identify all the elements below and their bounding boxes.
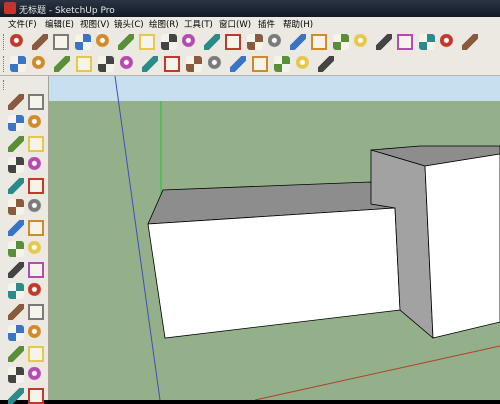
toolbar-grip[interactable]	[3, 80, 7, 90]
push-pull-icon[interactable]	[28, 178, 44, 194]
walk-icon[interactable]	[230, 56, 246, 72]
tape-measure-icon[interactable]	[139, 34, 155, 50]
box-right-front-face	[424, 153, 500, 339]
left-toolbar	[0, 76, 49, 404]
text-icon[interactable]	[120, 56, 136, 72]
arc-icon[interactable]	[96, 34, 112, 50]
toolbar-secondary	[0, 53, 500, 76]
look-around-icon[interactable]	[28, 367, 44, 383]
menu-file[interactable]: 文件(F)	[8, 18, 37, 30]
select-icon[interactable]	[8, 94, 24, 110]
line-icon[interactable]	[28, 136, 44, 152]
extension-icon[interactable]	[318, 56, 334, 72]
protractor-icon[interactable]	[8, 262, 24, 278]
left-view-icon[interactable]	[461, 34, 478, 50]
warehouse-icon[interactable]	[274, 56, 290, 72]
tape-measure-icon[interactable]	[8, 241, 24, 257]
previous-view-icon[interactable]	[28, 346, 44, 362]
circle-icon[interactable]	[74, 34, 91, 50]
polygon-icon[interactable]	[32, 56, 48, 72]
front-view-icon[interactable]	[397, 34, 413, 50]
pan-icon[interactable]	[28, 304, 44, 320]
right-view-icon[interactable]	[418, 34, 435, 50]
rectangle-icon[interactable]	[8, 136, 24, 152]
axes-icon[interactable]	[186, 56, 202, 72]
3d-text-icon[interactable]	[208, 56, 224, 72]
top-view-icon[interactable]	[375, 34, 392, 50]
scale-icon[interactable]	[8, 220, 24, 236]
move-icon[interactable]	[8, 178, 24, 194]
menu-window[interactable]: 窗口(W)	[219, 18, 251, 30]
menu-camera[interactable]: 镜头(C)	[114, 18, 144, 30]
sketchup-app-icon	[4, 2, 16, 14]
menu-view[interactable]: 视图(V)	[80, 18, 109, 30]
drawing-viewport[interactable]	[49, 76, 500, 400]
dimension-icon[interactable]	[28, 241, 44, 257]
menu-plugins[interactable]: 插件	[258, 18, 275, 30]
previous-view-icon[interactable]	[332, 34, 349, 50]
offset-icon[interactable]	[76, 56, 92, 72]
dimension-icon[interactable]	[142, 56, 158, 72]
zoom-extents-icon[interactable]	[8, 346, 24, 362]
protractor-icon[interactable]	[164, 56, 180, 72]
3d-text-icon[interactable]	[28, 283, 44, 299]
move-icon[interactable]	[203, 34, 220, 50]
eraser-icon[interactable]	[117, 34, 134, 50]
menu-tools[interactable]: 工具(T)	[184, 18, 213, 30]
menu-edit[interactable]: 编辑(E)	[45, 18, 74, 30]
eraser-icon[interactable]	[28, 115, 44, 131]
section-icon[interactable]	[98, 56, 114, 72]
arc-icon[interactable]	[28, 157, 44, 173]
look-around-icon[interactable]	[252, 56, 268, 72]
offset-icon[interactable]	[28, 220, 44, 236]
toolbar-grip[interactable]	[3, 56, 7, 72]
rotate-icon[interactable]	[8, 199, 24, 215]
select-icon[interactable]	[10, 34, 26, 50]
component-icon[interactable]	[28, 94, 44, 110]
follow-me-icon[interactable]	[28, 199, 44, 215]
orbit-icon[interactable]	[268, 34, 284, 50]
title-bar: 无标题 - SketchUp Pro	[0, 0, 500, 17]
rotate-icon[interactable]	[225, 34, 241, 50]
position-camera-icon[interactable]	[8, 367, 24, 383]
rectangle-icon[interactable]	[53, 34, 69, 50]
menu-draw[interactable]: 绘图(R)	[149, 18, 179, 30]
zoom-window-icon[interactable]	[28, 325, 44, 341]
zoom-extents-icon[interactable]	[311, 34, 327, 50]
menu-help[interactable]: 帮助(H)	[283, 18, 313, 30]
toolbar-grip[interactable]	[3, 34, 7, 50]
toolbar-main	[0, 31, 500, 53]
paint-bucket-icon[interactable]	[160, 34, 177, 50]
zoom-icon[interactable]	[8, 325, 24, 341]
zoom-icon[interactable]	[289, 34, 306, 50]
components-icon[interactable]	[10, 56, 26, 72]
text-icon[interactable]	[28, 262, 44, 278]
walk-icon[interactable]	[8, 388, 24, 404]
circle-icon[interactable]	[8, 157, 24, 173]
share-model-icon[interactable]	[296, 56, 312, 72]
back-view-icon[interactable]	[440, 34, 456, 50]
iso-view-icon[interactable]	[354, 34, 370, 50]
window-title: 无标题 - SketchUp Pro	[19, 6, 115, 16]
scene-canvas[interactable]	[49, 76, 500, 400]
axes-icon[interactable]	[8, 283, 24, 299]
paint-bucket-icon[interactable]	[8, 115, 24, 131]
freehand-icon[interactable]	[54, 56, 70, 72]
orbit-icon[interactable]	[8, 304, 24, 320]
menu-bar: 文件(F) 编辑(E) 视图(V) 镜头(C) 绘图(R) 工具(T) 窗口(W…	[0, 17, 500, 31]
pencil-icon[interactable]	[31, 34, 48, 50]
follow-me-icon[interactable]	[246, 34, 263, 50]
section-plane-icon[interactable]	[28, 388, 44, 404]
push-pull-icon[interactable]	[182, 34, 198, 50]
